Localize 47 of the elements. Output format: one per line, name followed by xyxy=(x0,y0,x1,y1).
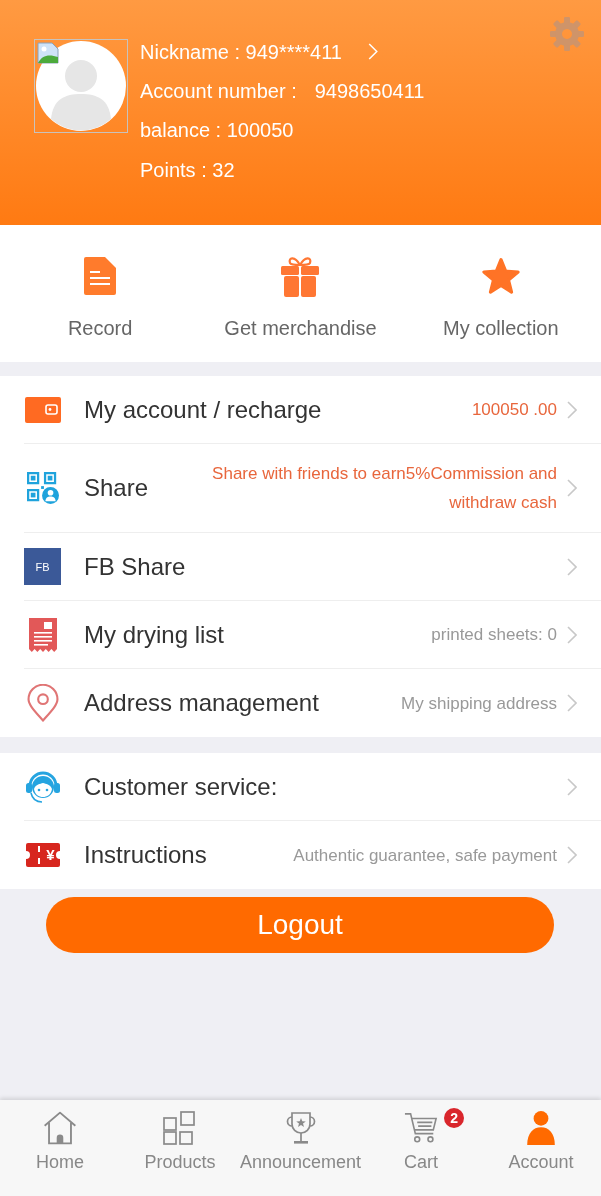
star-icon xyxy=(481,258,520,294)
nav-tab[interactable]: Home xyxy=(0,1100,120,1196)
chevron-right-icon xyxy=(567,846,577,864)
account-number-label: Account number : xyxy=(140,79,297,104)
chevron-right-icon xyxy=(368,43,378,61)
menu-item-label[interactable]: My drying list xyxy=(84,619,225,650)
chevron-right-icon xyxy=(567,479,577,497)
chevron-right-icon xyxy=(567,557,577,576)
chevron-right-icon xyxy=(567,625,577,644)
wallet-icon xyxy=(24,396,61,423)
shortcut-link[interactable]: Get merchandise xyxy=(224,255,377,342)
menu-item-label[interactable]: FB Share xyxy=(84,551,186,582)
nav-tab[interactable]: Products xyxy=(120,1100,240,1196)
menu-item-label[interactable]: Address management xyxy=(84,688,319,718)
qr-code-user-icon xyxy=(26,472,59,504)
menu-item-detail: Authentic guarantee, safe payment xyxy=(293,844,557,867)
shortcut-link[interactable]: Record xyxy=(67,255,133,342)
grid-icon xyxy=(162,1111,197,1145)
chevron-right-icon xyxy=(567,400,577,419)
location-pin-icon xyxy=(26,684,59,722)
cart-count-badge: 2 xyxy=(444,1108,465,1128)
chevron-right-icon xyxy=(567,694,577,712)
menu-item-label[interactable]: Instructions xyxy=(84,840,207,870)
menu-item-detail: Share with friends to earn5%Commission and withdraw cash xyxy=(211,463,557,514)
receipt-icon xyxy=(28,617,57,652)
account-number: 9498650411 xyxy=(314,79,425,104)
gift-icon xyxy=(281,255,320,297)
menu-item-label[interactable]: My account / recharge xyxy=(84,394,322,425)
broken-image-icon xyxy=(37,42,59,64)
menu-item-label[interactable]: Share xyxy=(84,473,149,503)
menu-item-detail: printed sheets: 0 xyxy=(431,624,557,646)
menu-item-detail: 100050 .00 xyxy=(471,399,557,421)
cart-icon xyxy=(404,1111,439,1145)
menu-item-label[interactable]: Customer service: xyxy=(84,771,278,802)
fb-logo: FB xyxy=(24,548,61,585)
yen-ticket: ¥ xyxy=(25,843,60,867)
home-icon xyxy=(43,1111,77,1145)
nav-tab[interactable]: Announcement xyxy=(239,1100,362,1196)
headset-agent-icon xyxy=(25,770,60,803)
settings-icon[interactable] xyxy=(550,17,584,51)
nav-tab[interactable]: Account xyxy=(481,1100,601,1196)
shortcut-link[interactable]: My collection xyxy=(443,255,559,342)
document-icon xyxy=(84,257,117,295)
menu-item-detail: My shipping address xyxy=(401,692,557,715)
chevron-right-icon xyxy=(567,777,577,796)
points-text: Points : 32 xyxy=(140,157,235,182)
balance-text: balance : 100050 xyxy=(140,118,294,143)
